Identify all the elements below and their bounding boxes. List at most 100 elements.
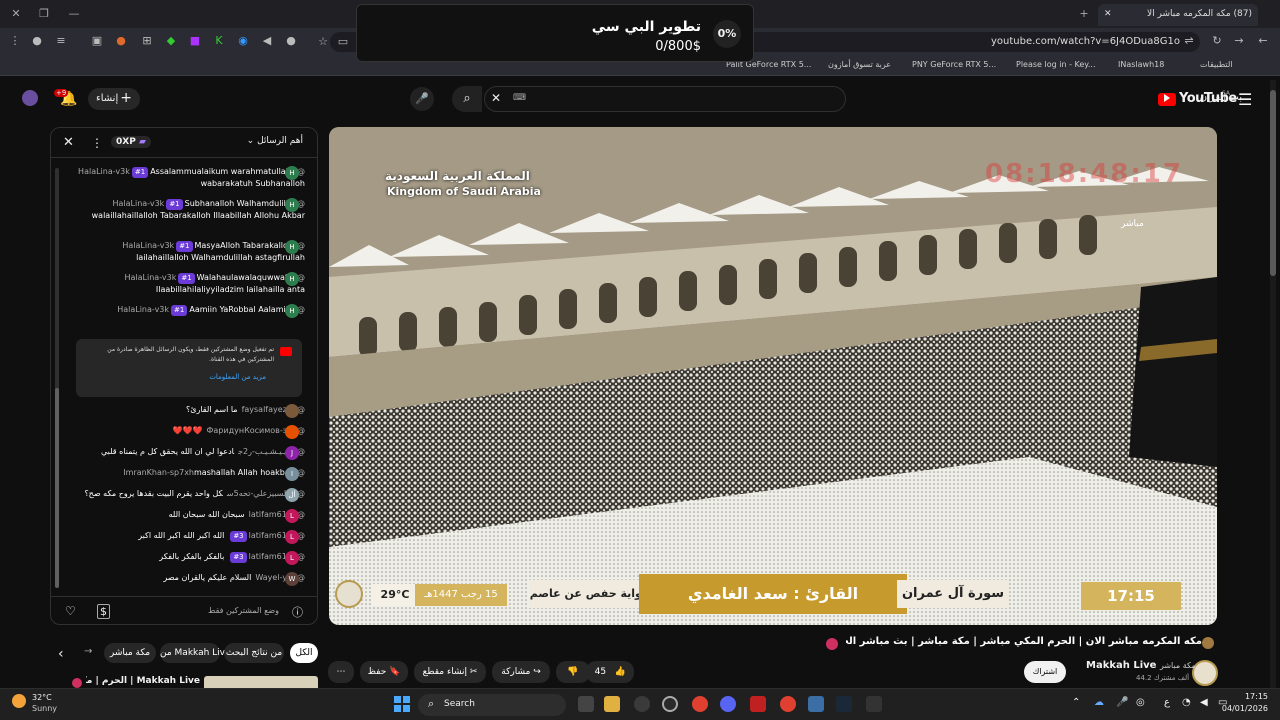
chat-avatar[interactable]: L [285,509,299,523]
subscribe-button[interactable]: اشتراك [1024,661,1066,683]
chat-message[interactable]: @faysalfayezfulما اسم القارئ؟ [75,404,305,415]
weather-temp[interactable]: 32°C [32,693,52,702]
extension-icon[interactable]: ● [114,34,128,48]
chat-avatar[interactable]: H [285,240,299,254]
volume-icon[interactable]: ◀ [1200,697,1208,708]
chip-channel-sub[interactable]: مكة مباشر [104,643,156,663]
menu-hamburger-icon[interactable]: ☰ [1238,90,1252,109]
bookmark-star-icon[interactable]: ☆ [316,35,330,49]
channel-name[interactable]: Makkah Live مكة مباشر [1086,660,1196,671]
chat-message[interactable]: @HalaLina-v3k#1 Aamiin YaRobbal Aalamiin [75,304,305,316]
chrome-icon[interactable] [692,696,708,712]
chat-avatar[interactable]: H [285,198,299,212]
chat-message[interactable]: @HalaLina-v3k#1 Walahaulawalaquwwata Ilaa… [75,272,305,295]
chat-avatar[interactable]: J [285,446,299,460]
extension-icon[interactable]: ■ [188,34,202,48]
wifi-icon[interactable]: ◔ [1182,697,1191,708]
chat-avatar[interactable] [285,404,299,418]
maximize-window-icon[interactable]: ❐ [36,6,52,22]
dislike-button[interactable]: 👎 [556,661,590,683]
voice-search-microphone-icon[interactable]: 🎤 [410,87,434,111]
chat-avatar[interactable]: أل [285,488,299,502]
chat-avatar[interactable]: L [285,551,299,565]
chat-message[interactable]: @latifam6108#3بالفكر بالفكر بالفكر [75,551,305,563]
browser-tab-active[interactable]: ✕ (87) مكه المكرمه مباشر الا [1098,4,1258,26]
like-button[interactable]: 👍 45 [586,661,634,683]
new-tab-icon[interactable]: + [1076,6,1092,22]
network-icon[interactable]: ◎ [1136,697,1145,708]
tune-icon[interactable]: ⇌ [1182,34,1196,48]
search-button[interactable]: ⌕ [452,86,482,112]
clear-search-icon[interactable]: ✕ [491,91,501,105]
points-badge[interactable]: 0XP ▰ [111,136,151,148]
chat-avatar[interactable] [285,425,299,439]
bookmark-item[interactable]: INaslawh18 [1118,60,1164,69]
bookmark-item[interactable]: عربة تسوق أمازون [828,60,891,69]
chat-avatar[interactable]: W [285,572,299,586]
close-window-icon[interactable]: ✕ [8,6,24,22]
chat-message[interactable]: @latifam6108#3الله اكبر الله اكبر الله ا… [75,530,305,542]
keyboard-icon[interactable]: ⌨ [513,93,526,103]
app-icon[interactable] [808,696,824,712]
sun-icon[interactable] [12,694,26,708]
bookmark-apps[interactable]: التطبيقات [1200,60,1232,69]
search-input[interactable]: ✕ ⌨ [484,86,846,112]
chat-message[interactable]: @HalaLina-v3k#1 Assalammualaikum warahmat… [75,166,305,189]
clip-button[interactable]: إنشاء مقطع ✂ [414,661,486,683]
settings-icon[interactable] [662,696,678,712]
chip-all[interactable]: الكل [290,643,318,663]
chips-prev-icon[interactable]: ‹ [58,646,64,662]
chat-message[interactable]: @HalaLina-v3k#1 MasyaAlloh Tabarakalloh l… [75,240,305,263]
chat-mode-dropdown[interactable]: أهم الرسائل ⌄ [247,136,303,146]
chips-next-icon[interactable]: → [84,646,92,657]
save-button[interactable]: حفظ 🔖 [360,661,408,683]
extension-icon[interactable]: ▣ [90,34,104,48]
chat-message[interactable]: @ФаридунКосимов-э9ч❤️❤️❤️ [75,425,305,436]
extension-icon[interactable]: ⊞ [140,34,154,48]
chip-search-results[interactable]: من نتائج البحث [224,643,284,663]
avatar[interactable] [22,90,38,106]
app-icon[interactable] [634,696,650,712]
tab-close-icon[interactable]: ✕ [1104,9,1112,19]
bookmark-item[interactable]: Please log in - Key... [1016,60,1096,69]
chat-scrollbar[interactable] [55,168,59,588]
windows-start-icon[interactable] [394,696,410,712]
chat-message[interactable]: @HalaLina-v3k#1 Subhanalloh Walhamdulilla… [75,198,305,221]
chat-message[interactable]: @ابوالسبيزعلي-تحه5سكل واحد يقرم البيت بق… [75,488,305,499]
chrome-icon[interactable] [780,696,796,712]
file-explorer-icon[interactable] [604,696,620,712]
next-video-thumbnail[interactable] [204,676,318,688]
chat-message[interactable]: @ImranKhan-sp7xhmashallah Allah hoakbar [75,467,305,478]
profile-icon[interactable]: ● [30,34,44,48]
speaker-icon[interactable]: ◀ [260,34,274,48]
chat-message[interactable]: @latifam6108سبحان الله سبحان الله [75,509,305,520]
chat-avatar[interactable]: L [285,530,299,544]
close-chat-icon[interactable]: ✕ [63,135,74,150]
microphone-icon[interactable]: 🎤 [1116,697,1128,708]
forward-icon[interactable]: → [1232,34,1246,48]
back-icon[interactable]: ← [1256,34,1270,48]
chat-message[interactable]: @رمـيـيـشـيـب-ر2جادعوا لي ان الله يحقق ك… [75,446,305,457]
chat-avatar[interactable]: H [285,272,299,286]
epic-games-icon[interactable] [866,696,882,712]
create-button[interactable]: إنشاء + [88,88,140,110]
info-icon[interactable]: ⓘ [292,604,303,620]
extension-icon[interactable]: ≡ [54,34,68,48]
clock-time[interactable]: 17:15 [1228,692,1268,701]
extension-icon[interactable]: ● [284,34,298,48]
system-tray-chevron-icon[interactable]: ⌃ [1072,697,1080,708]
extension-icon[interactable]: ◉ [236,34,250,48]
video-player[interactable]: المملكة العربية السعودية Kingdom of Saud… [329,127,1217,625]
chat-avatar[interactable]: I [285,467,299,481]
more-actions-icon[interactable]: ⋯ [328,661,354,683]
app-icon[interactable] [750,696,766,712]
language-indicator[interactable]: ع [1164,697,1170,708]
cloud-icon[interactable]: ☁ [1094,697,1104,708]
reload-icon[interactable]: ↻ [1210,34,1224,48]
clock-date[interactable]: 04/01/2026 [1218,704,1268,713]
extension-icon[interactable]: K [212,34,226,48]
steam-icon[interactable] [836,696,852,712]
chip-from-channel[interactable]: من Makkah Live [160,643,231,663]
cast-icon[interactable]: ▭ [336,35,350,49]
notice-learn-more-link[interactable]: مزيد من المعلومات [209,373,266,381]
